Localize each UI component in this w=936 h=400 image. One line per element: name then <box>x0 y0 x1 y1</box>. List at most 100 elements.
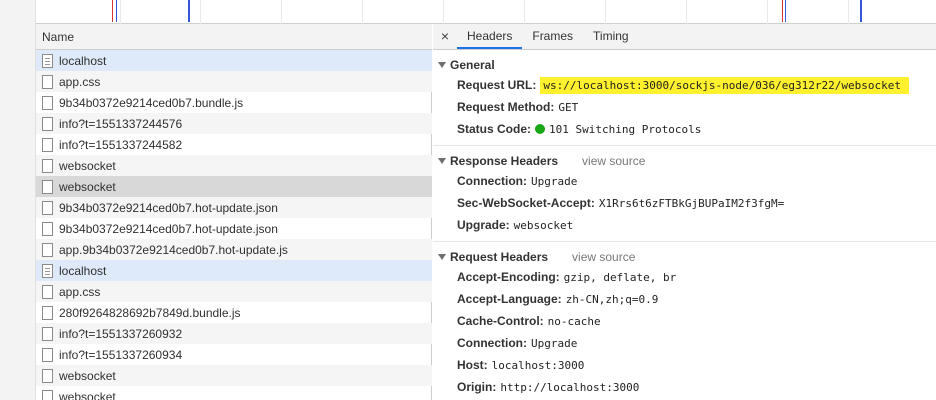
request-row[interactable]: info?t=1551337260934 <box>36 344 432 365</box>
header-row: Connection: Upgrade <box>433 170 936 192</box>
file-icon <box>42 200 53 215</box>
response-headers-toggle[interactable]: Response Headers view source <box>433 152 936 170</box>
header-value: Upgrade <box>531 174 578 188</box>
request-headers-toggle[interactable]: Request Headers view source <box>433 248 936 266</box>
timeline-dom-marker <box>860 0 862 22</box>
response-headers-list: Connection: Upgrade Sec-WebSocket-Accept: X… <box>433 170 936 236</box>
request-name: 9b34b0372e9214ced0b7.bundle.js <box>59 95 244 110</box>
header-value: no-cache <box>547 314 601 328</box>
request-row[interactable]: websocket <box>36 176 432 197</box>
tab-timing[interactable]: Timing <box>583 24 639 49</box>
general-section-toggle[interactable]: General <box>433 56 936 74</box>
timeline-gridline <box>686 0 687 24</box>
request-row[interactable]: 9b34b0372e9214ced0b7.hot-update.json <box>36 218 432 239</box>
request-name: info?t=1551337244576 <box>59 116 183 131</box>
header-key: Cache-Control: <box>457 314 544 328</box>
header-key: Accept-Encoding: <box>457 270 560 284</box>
header-row: Accept-Encoding: gzip, deflate, br <box>433 266 936 288</box>
header-key: Upgrade: <box>457 218 510 232</box>
request-view-source-link[interactable]: view source <box>572 250 635 264</box>
triangle-down-icon <box>438 62 446 68</box>
file-icon <box>42 74 53 89</box>
timeline-gridline <box>200 0 201 24</box>
header-value: gzip, deflate, br <box>563 270 677 284</box>
request-row[interactable]: info?t=1551337244582 <box>36 134 432 155</box>
request-name: info?t=1551337260932 <box>59 326 183 341</box>
request-row[interactable]: 280f9264828692b7849d.bundle.js <box>36 302 432 323</box>
file-icon <box>42 305 53 320</box>
tab-frames[interactable]: Frames <box>522 24 583 49</box>
header-row: Accept-Language: zh-CN,zh;q=0.9 <box>433 288 936 310</box>
response-view-source-link[interactable]: view source <box>582 154 645 168</box>
request-row[interactable]: 9b34b0372e9214ced0b7.hot-update.json <box>36 197 432 218</box>
status-code-value: 101 Switching Protocols <box>549 122 702 136</box>
request-name: info?t=1551337244582 <box>59 137 183 152</box>
file-icon <box>42 158 53 173</box>
header-value: localhost:3000 <box>491 358 585 372</box>
timeline-gutter <box>0 0 36 24</box>
header-key: Host: <box>457 358 488 372</box>
request-row[interactable]: websocket <box>36 365 432 386</box>
request-row[interactable]: websocket <box>36 386 432 400</box>
tab-headers[interactable]: Headers <box>457 24 523 49</box>
header-key: Connection: <box>457 174 527 188</box>
file-icon <box>42 221 53 236</box>
file-icon <box>42 347 53 362</box>
header-value: websocket <box>513 218 574 232</box>
request-row[interactable]: 9b34b0372e9214ced0b7.bundle.js <box>36 92 432 113</box>
request-row[interactable]: localhost <box>36 50 432 71</box>
file-icon <box>42 326 53 341</box>
request-headers-section: Request Headers view source Accept-Encod… <box>433 242 936 400</box>
request-name: websocket <box>59 368 116 383</box>
timeline-dom-marker <box>116 0 117 22</box>
request-row[interactable]: websocket <box>36 155 432 176</box>
timeline-load-marker <box>782 0 783 22</box>
header-row: Origin: http://localhost:3000 <box>433 376 936 398</box>
request-row[interactable]: info?t=1551337260932 <box>36 323 432 344</box>
header-value: http://localhost:3000 <box>500 380 640 394</box>
request-row[interactable]: app.css <box>36 281 432 302</box>
request-name: websocket <box>59 179 116 194</box>
file-icon <box>42 242 53 257</box>
details-tabbar: × Headers Frames Timing <box>433 24 936 50</box>
general-section: General Request URL: ws://localhost:3000… <box>433 50 936 146</box>
general-section-title: General <box>450 58 495 72</box>
request-name: app.css <box>59 74 101 89</box>
file-icon <box>42 95 53 110</box>
header-row: Host: localhost:3000 <box>433 354 936 376</box>
request-row[interactable]: app.9b34b0372e9214ced0b7.hot-update.js <box>36 239 432 260</box>
timeline-gridline <box>281 0 282 24</box>
header-key: Connection: <box>457 336 527 350</box>
header-value: zh-CN,zh;q=0.9 <box>565 292 659 306</box>
request-name: 280f9264828692b7849d.bundle.js <box>59 305 241 320</box>
request-list-gutter <box>0 24 36 400</box>
request-method-row: Request Method: GET <box>433 96 936 118</box>
header-value: Upgrade <box>531 336 578 350</box>
timeline-gridline <box>848 0 849 24</box>
timeline-load-marker <box>112 0 113 22</box>
request-row[interactable]: info?t=1551337244576 <box>36 113 432 134</box>
close-icon[interactable]: × <box>433 24 457 49</box>
triangle-down-icon <box>438 254 446 260</box>
request-row[interactable]: app.css <box>36 71 432 92</box>
response-headers-title: Response Headers <box>450 154 559 168</box>
request-url-value: ws://localhost:3000/sockjs-node/036/eg31… <box>540 76 909 94</box>
header-key: Accept-Language: <box>457 292 562 306</box>
status-code-row: Status Code: 101 Switching Protocols <box>433 118 936 140</box>
header-key: Sec-WebSocket-Accept: <box>457 196 595 210</box>
request-name: app.9b34b0372e9214ced0b7.hot-update.js <box>59 242 288 257</box>
network-overview-timeline[interactable] <box>0 0 936 24</box>
header-row: Cache-Control: no-cache <box>433 310 936 332</box>
request-name: 9b34b0372e9214ced0b7.hot-update.json <box>59 200 278 215</box>
request-row[interactable]: localhost <box>36 260 432 281</box>
request-name: 9b34b0372e9214ced0b7.hot-update.json <box>59 221 278 236</box>
request-method-key: Request Method: <box>457 100 555 114</box>
timeline-gridline <box>362 0 363 24</box>
header-row: Connection: Upgrade <box>433 332 936 354</box>
timeline-gridline <box>605 0 606 24</box>
timeline-gridline <box>120 0 121 24</box>
name-column-header[interactable]: Name <box>36 24 432 50</box>
request-url-key: Request URL: <box>457 78 537 92</box>
request-name: websocket <box>59 158 116 173</box>
header-row: Sec-WebSocket-Accept: X1Rrs6t6zFTBkGjBUPa… <box>433 192 936 214</box>
